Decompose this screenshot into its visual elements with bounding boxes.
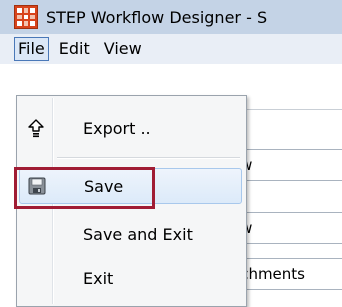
menu-edit[interactable]: Edit: [55, 37, 94, 61]
menu-item-save-and-exit[interactable]: Save and Exit: [19, 216, 242, 252]
menu-bar: File Edit View: [0, 34, 342, 64]
step-logo-icon: [14, 5, 38, 29]
menu-view[interactable]: View: [100, 37, 146, 61]
title-bar: STEP Workflow Designer - S: [0, 0, 342, 34]
menu-separator-highlight: [57, 158, 240, 159]
menu-item-export[interactable]: Export ..: [19, 110, 242, 146]
window-title: STEP Workflow Designer - S: [46, 7, 268, 27]
menu-item-label: Save and Exit: [83, 224, 193, 244]
annotation-highlight-box: [14, 167, 155, 209]
menu-file[interactable]: File: [14, 37, 49, 61]
menu-item-label: Exit: [83, 268, 114, 288]
menu-item-label: Export ..: [83, 118, 151, 138]
menu-item-exit[interactable]: Exit: [19, 260, 242, 296]
export-icon: [19, 118, 53, 138]
